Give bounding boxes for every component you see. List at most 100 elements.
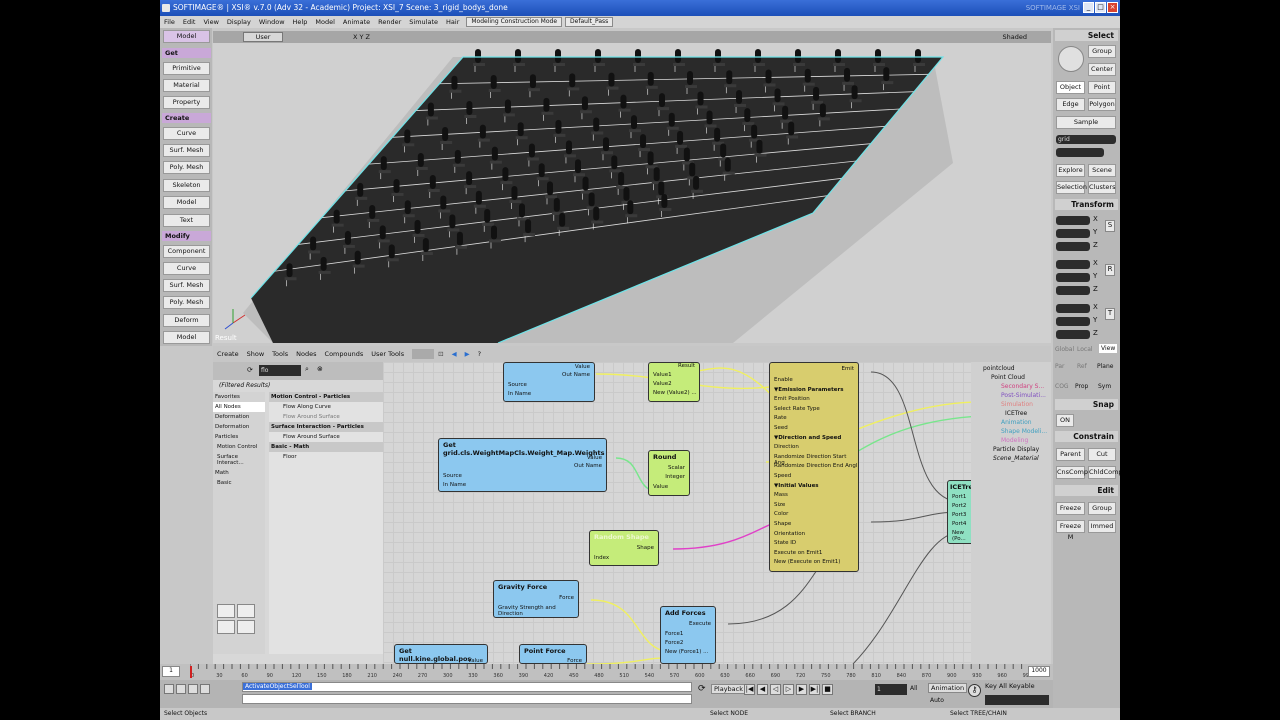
explorer-pointcloud[interactable]: pointcloud xyxy=(971,362,1051,372)
clusters-button[interactable]: Clusters xyxy=(1088,181,1116,194)
ice-menu-compounds[interactable]: Compounds xyxy=(321,350,368,358)
point-force-node[interactable]: Point Force Force xyxy=(519,644,587,664)
icetree-root-node[interactable]: ICETree Port1 Port2 Port3 Port4 New (Po.… xyxy=(947,480,971,544)
scale-z-field[interactable] xyxy=(1056,242,1090,251)
preset-flow-around-surface[interactable]: Flow Around Surface xyxy=(269,412,383,422)
playback-menu[interactable]: Playback xyxy=(711,684,747,694)
layout-buttons[interactable] xyxy=(164,684,234,696)
navigate-forward-icon[interactable]: ▶ xyxy=(461,350,474,358)
translate-mode-button[interactable]: T xyxy=(1105,308,1115,320)
end-frame-field[interactable]: 1000 xyxy=(1028,666,1050,677)
sym-button[interactable]: Sym xyxy=(1098,383,1111,390)
create-surf-mesh-button[interactable]: Surf. Mesh xyxy=(163,144,210,157)
port-in-name[interactable]: In Name xyxy=(443,482,466,488)
emit-port[interactable]: Execute on Emit1 xyxy=(774,550,822,556)
category-motion-control[interactable]: Motion Control xyxy=(213,442,265,452)
camera-select[interactable]: User xyxy=(243,32,283,42)
ice-menu-nodes[interactable]: Nodes xyxy=(292,350,320,358)
immed-button[interactable]: Immed xyxy=(1088,520,1116,533)
rotate-y-field[interactable] xyxy=(1056,273,1090,282)
modify-model-button[interactable]: Model xyxy=(163,331,210,344)
preset-flow-along-curve[interactable]: Flow Along Curve xyxy=(269,402,383,412)
parent-button[interactable]: Parent xyxy=(1056,448,1085,461)
port-out-name[interactable]: Out Name xyxy=(574,463,602,469)
explorer-animation[interactable]: Animation xyxy=(971,417,1051,426)
search-icon[interactable]: ⌕ xyxy=(305,365,309,374)
port-emit[interactable]: Emit xyxy=(841,366,854,372)
port-shape[interactable]: Shape xyxy=(637,545,654,551)
preset-floor[interactable]: Floor xyxy=(269,452,383,462)
ice-toolbar-icons[interactable] xyxy=(412,349,435,359)
translate-x-field[interactable] xyxy=(1056,304,1090,313)
menu-help[interactable]: Help xyxy=(289,18,312,26)
port-value[interactable]: Value xyxy=(653,484,668,490)
port-value-out[interactable]: Value xyxy=(575,364,590,370)
ref-ref-button[interactable]: Ref xyxy=(1077,363,1087,370)
preset-search-input[interactable]: flo xyxy=(259,365,301,376)
add-node[interactable]: Result Value1 Value2 New (Value2) ... xyxy=(648,362,700,402)
emit-port[interactable]: Shape xyxy=(774,521,791,527)
emit-port[interactable]: New (Execute on Emit1) xyxy=(774,559,840,565)
menu-edit[interactable]: Edit xyxy=(179,18,200,26)
ice-menu-user-tools[interactable]: User Tools xyxy=(367,350,408,358)
category-all-nodes[interactable]: All Nodes xyxy=(213,402,265,412)
current-frame-field[interactable]: 1 xyxy=(875,684,907,695)
port-source[interactable]: Source xyxy=(443,473,462,479)
menu-file[interactable]: File xyxy=(160,18,179,26)
polygon-select-button[interactable]: Polygon xyxy=(1088,98,1116,111)
port-new-port[interactable]: New (Po... xyxy=(952,530,971,542)
ice-menu-tools[interactable]: Tools xyxy=(268,350,292,358)
object-select-button[interactable]: Object xyxy=(1056,81,1085,94)
group-select-button[interactable]: Group xyxy=(1088,45,1116,58)
port-execute[interactable]: Execute xyxy=(689,621,711,627)
scene-button[interactable]: Scene xyxy=(1088,164,1116,177)
menu-display[interactable]: Display xyxy=(223,18,255,26)
close-icon[interactable]: × xyxy=(1107,2,1118,13)
create-text-button[interactable]: Text xyxy=(163,214,210,227)
freeze-button[interactable]: Freeze xyxy=(1056,502,1085,515)
port-scalar[interactable]: Scalar xyxy=(668,465,685,471)
category-particles[interactable]: Particles xyxy=(213,432,265,442)
explorer-shape-modeling[interactable]: Shape Modeli... xyxy=(971,426,1051,435)
cut-button[interactable]: Cut xyxy=(1088,448,1116,461)
emit-port[interactable]: Speed xyxy=(774,473,791,479)
prev-frame-icon[interactable]: ◀ xyxy=(757,684,768,695)
first-frame-icon[interactable]: |◀ xyxy=(744,684,755,695)
emit-port[interactable]: State ID xyxy=(774,540,796,546)
start-frame-field[interactable]: 1 xyxy=(162,666,180,677)
category-deformation[interactable]: Deformation xyxy=(213,412,265,422)
emit-from-position-node[interactable]: Emit Enable ▼Emission Parameters Emit Posi… xyxy=(769,362,859,572)
plane-ref-button[interactable]: Plane xyxy=(1097,363,1113,370)
port-value-out[interactable]: Value xyxy=(587,455,602,461)
rotate-x-field[interactable] xyxy=(1056,260,1090,269)
emit-port[interactable]: Mass xyxy=(774,492,788,498)
view-ref-button[interactable]: View xyxy=(1099,344,1118,353)
menu-view[interactable]: View xyxy=(199,18,222,26)
create-poly-mesh-button[interactable]: Poly. Mesh xyxy=(163,161,210,174)
point-select-button[interactable]: Point xyxy=(1088,81,1116,94)
next-frame-icon[interactable]: ▶ xyxy=(796,684,807,695)
menu-window[interactable]: Window xyxy=(255,18,289,26)
deform-button[interactable]: Deform xyxy=(163,314,210,327)
port-new-value[interactable]: New (Value2) ... xyxy=(653,390,697,396)
modify-curve-button[interactable]: Curve xyxy=(163,262,210,275)
select-search-input[interactable]: grid xyxy=(1056,135,1116,144)
maximize-icon[interactable]: □ xyxy=(1095,2,1106,13)
select-filter-field[interactable] xyxy=(1056,148,1104,157)
command-line[interactable]: ActivateObjectSelTool xyxy=(242,682,692,692)
play-icon[interactable]: ▷ xyxy=(783,684,794,695)
explorer-particle-display[interactable]: Particle Display xyxy=(971,444,1051,453)
translate-y-field[interactable] xyxy=(1056,317,1090,326)
category-surface-interaction[interactable]: Surface Interact... xyxy=(213,452,265,468)
get-null-position-node[interactable]: Get null.kine.global.pos Value xyxy=(394,644,488,664)
modify-poly-mesh-button[interactable]: Poly. Mesh xyxy=(163,296,210,309)
global-ref-button[interactable]: Global xyxy=(1055,346,1074,353)
port-result[interactable]: Result xyxy=(678,363,695,369)
clear-search-icon[interactable]: ⊗ xyxy=(317,365,323,373)
stop-icon[interactable]: ■ xyxy=(822,684,833,695)
explorer-secondary[interactable]: Secondary S... xyxy=(971,381,1051,390)
help-icon[interactable]: ? xyxy=(474,350,485,358)
port-value1[interactable]: Value1 xyxy=(653,372,672,378)
emit-port[interactable]: Select Rate Type xyxy=(774,406,820,412)
primitive-button[interactable]: Primitive xyxy=(163,62,210,75)
